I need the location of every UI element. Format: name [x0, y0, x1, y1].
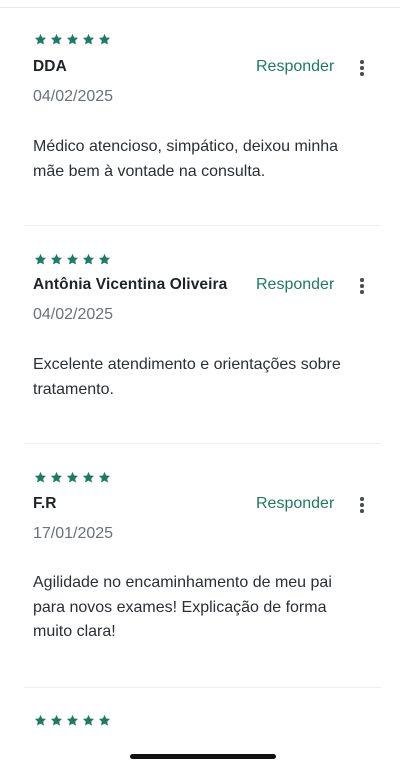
respond-button[interactable]: Responder — [256, 495, 334, 513]
review-author: Antônia Vicentina Oliveira — [33, 276, 228, 293]
star-rating — [34, 714, 111, 727]
star-icon — [50, 471, 63, 484]
star-icon — [50, 253, 63, 266]
review-text: Médico atencioso, simpático, deixou minh… — [33, 138, 339, 180]
review-date: 04/02/2025 — [33, 306, 114, 323]
star-icon — [66, 253, 79, 266]
star-icon — [66, 33, 79, 46]
star-icon — [50, 714, 63, 727]
star-icon — [82, 33, 95, 46]
star-icon — [34, 253, 47, 266]
review-card: DDA Responder 04/02/2025 Médico atencios… — [24, 8, 381, 226]
star-icon — [82, 471, 95, 484]
home-indicator[interactable] — [130, 754, 276, 759]
review-card: Antônia Vicentina Oliveira Responder 04/… — [24, 226, 381, 444]
star-icon — [34, 714, 47, 727]
star-icon — [66, 471, 79, 484]
star-rating — [34, 33, 111, 46]
star-icon — [34, 33, 47, 46]
star-icon — [34, 471, 47, 484]
star-icon — [98, 253, 111, 266]
review-text: Agilidade no encaminhamento de meu pai p… — [33, 574, 332, 640]
star-rating — [34, 471, 111, 484]
review-date: 17/01/2025 — [33, 525, 114, 542]
review-card: F.R Responder 17/01/2025 Agilidade no en… — [24, 444, 381, 688]
star-icon — [98, 714, 111, 727]
star-rating — [34, 253, 111, 266]
reviews-list: DDA Responder 04/02/2025 Médico atencios… — [0, 8, 400, 768]
star-icon — [98, 471, 111, 484]
star-icon — [50, 33, 63, 46]
respond-button[interactable]: Responder — [256, 58, 334, 76]
respond-button[interactable]: Responder — [256, 276, 334, 294]
review-author: F.R — [33, 495, 57, 512]
review-author: DDA — [33, 58, 67, 75]
star-icon — [66, 714, 79, 727]
star-icon — [82, 714, 95, 727]
more-vertical-icon[interactable] — [354, 276, 370, 296]
more-vertical-icon[interactable] — [354, 58, 370, 78]
review-text: Excelente atendimento e orientações sobr… — [33, 356, 341, 398]
star-icon — [82, 253, 95, 266]
star-icon — [98, 33, 111, 46]
more-vertical-icon[interactable] — [354, 495, 370, 515]
review-date: 04/02/2025 — [33, 88, 114, 105]
